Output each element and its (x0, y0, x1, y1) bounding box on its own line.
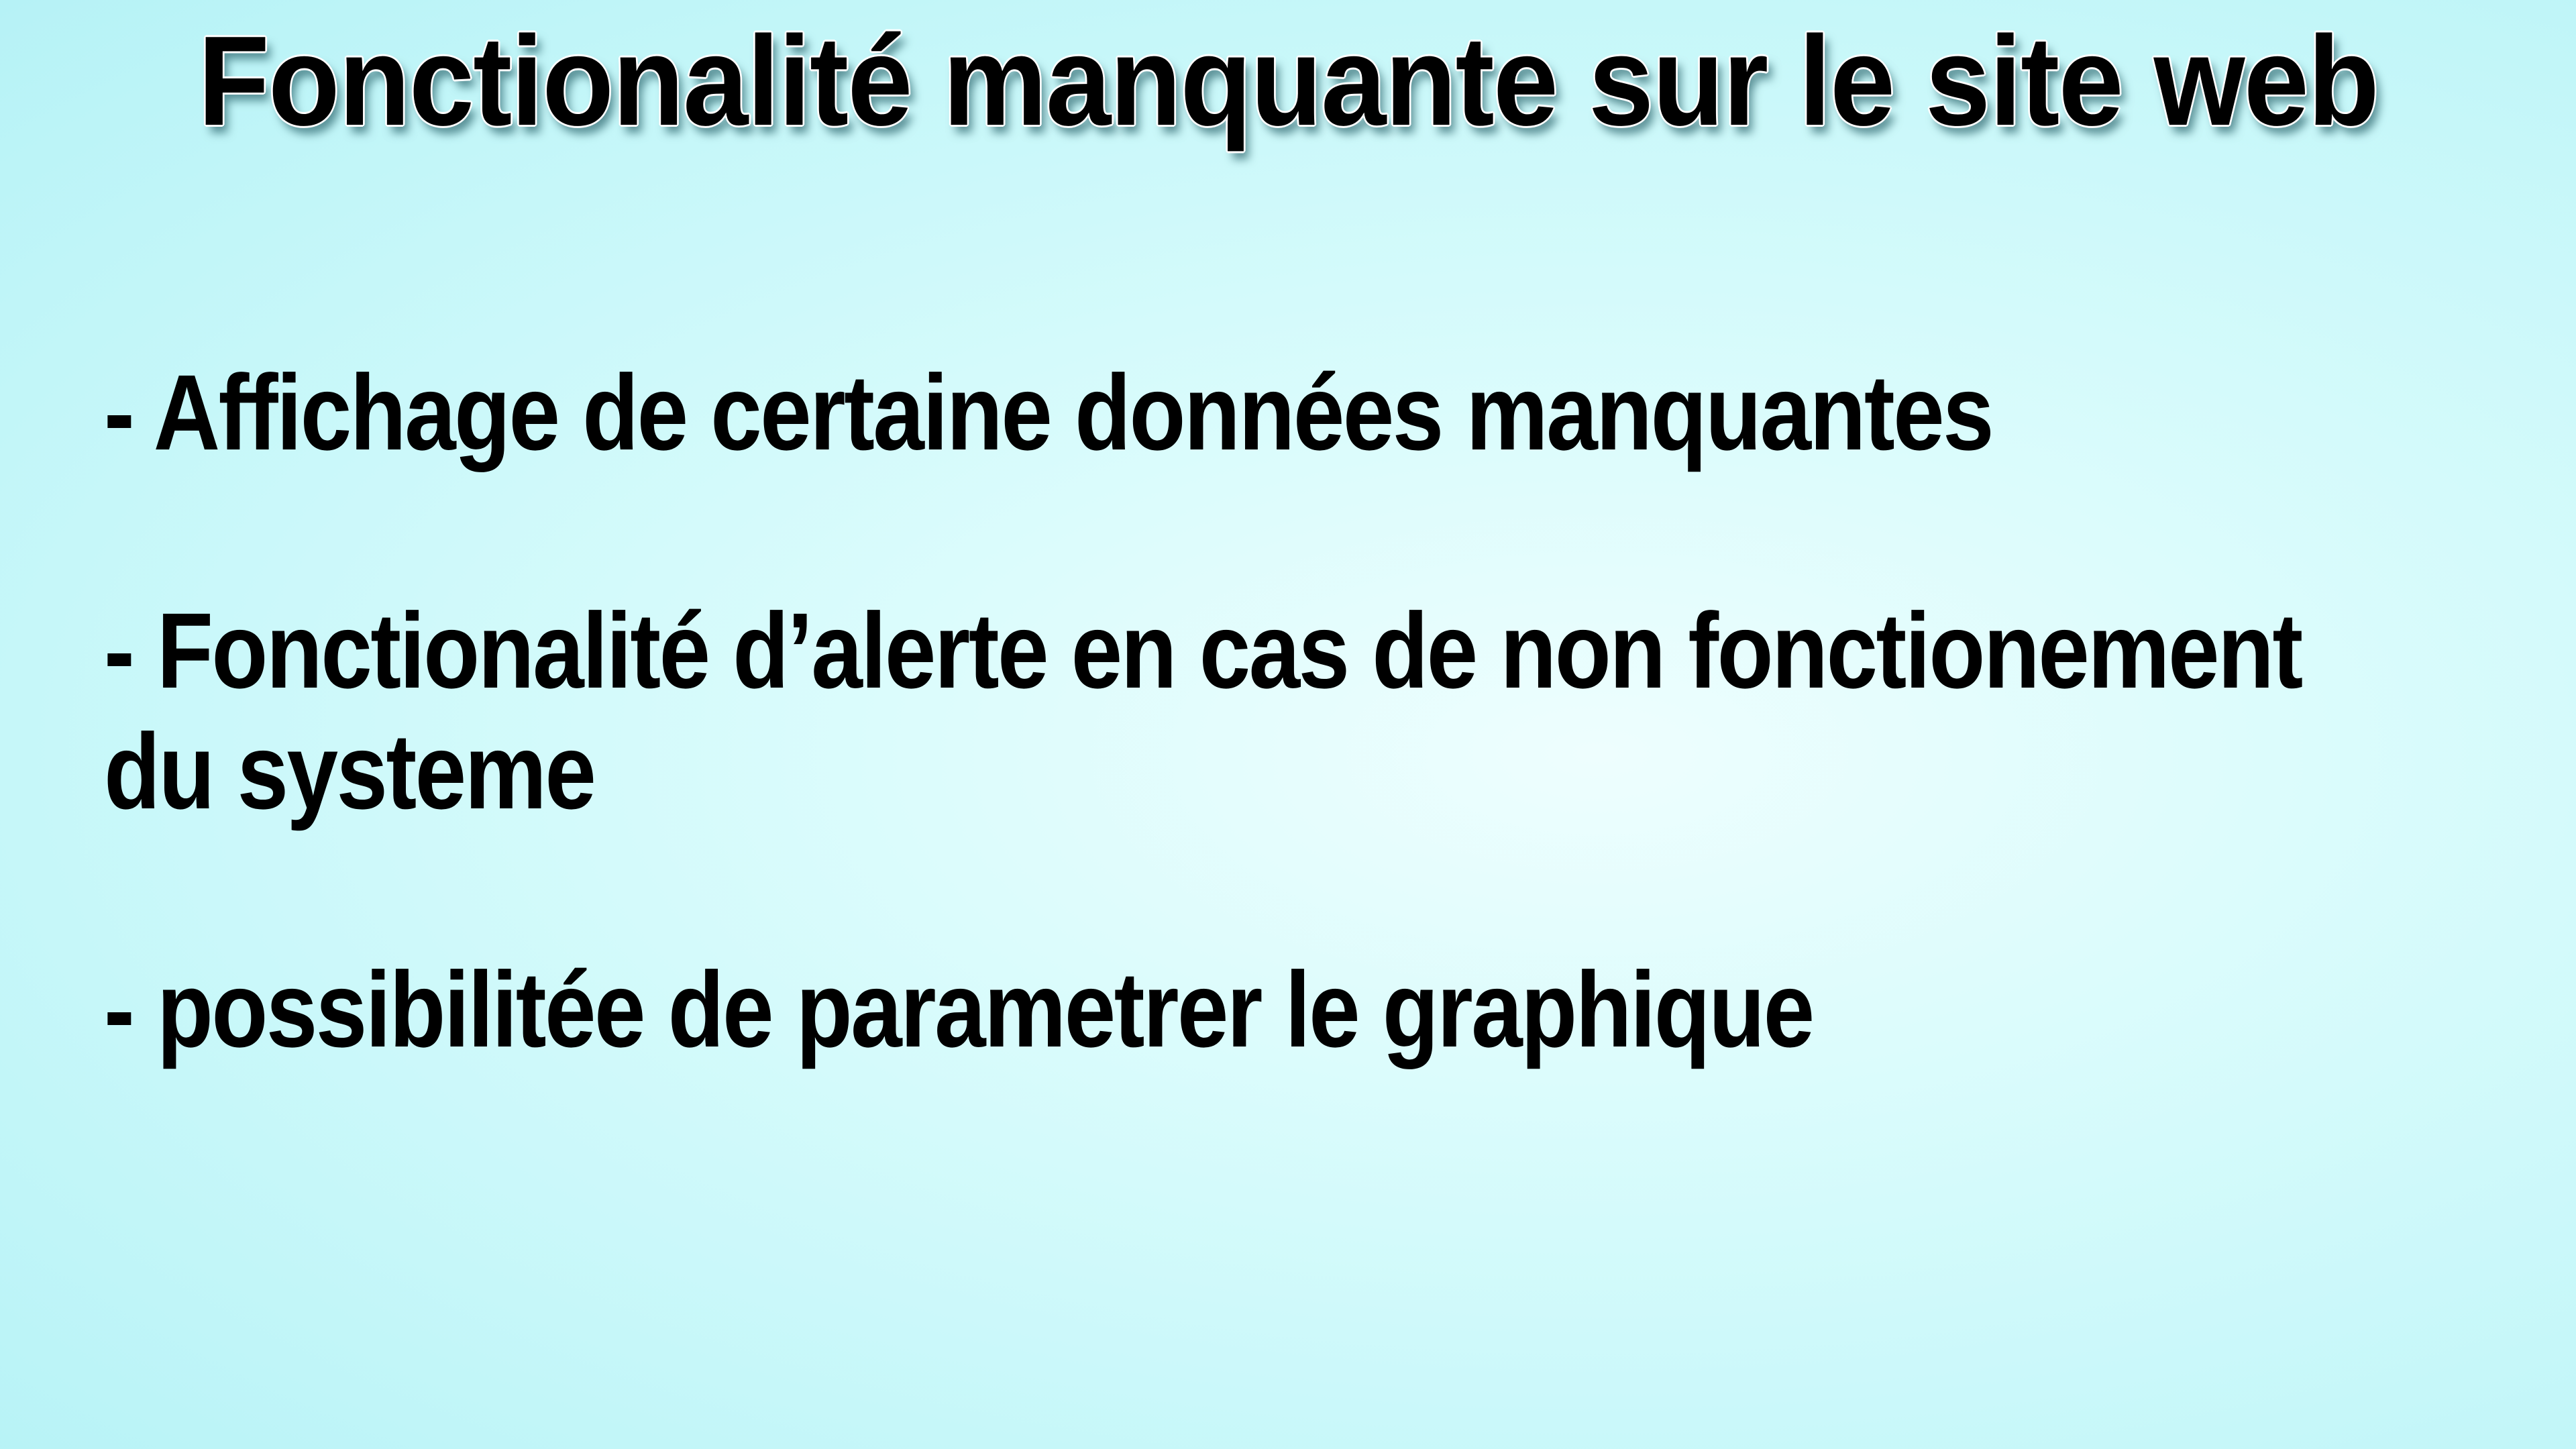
slide-title: Fonctionalité manquante sur le site web (197, 10, 2379, 152)
bullet-list: - Affichage de certaine données manquant… (104, 352, 2425, 1187)
bullet-item-alert-feature: - Fonctionalité d’alerte en cas de non f… (104, 590, 2303, 831)
bullet-item-missing-data: - Affichage de certaine données manquant… (104, 352, 1994, 472)
bullet-item-chart-settings: - possibilitée de parametrer le graphiqu… (104, 949, 1815, 1069)
slide: Fonctionalité manquante sur le site web … (0, 0, 2576, 1449)
